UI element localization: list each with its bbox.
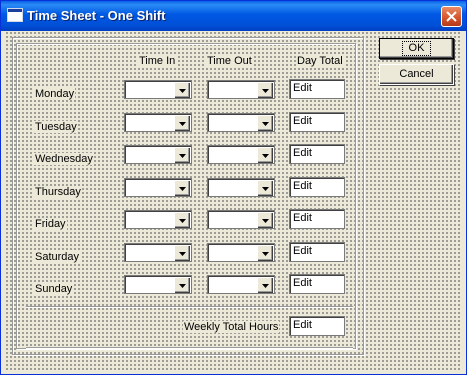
weekly-total-label: Weekly Total Hours	[183, 321, 280, 333]
day-total-field[interactable]: Edit	[289, 177, 345, 197]
time-in-combo[interactable]	[124, 275, 192, 294]
dropdown-arrow-button[interactable]	[174, 180, 190, 196]
time-out-combo[interactable]	[207, 145, 275, 164]
dropdown-arrow-button[interactable]	[257, 147, 273, 163]
time-out-combo[interactable]	[207, 113, 275, 132]
time-in-combo[interactable]	[124, 243, 192, 262]
chevron-down-icon	[262, 154, 269, 158]
day-label: Sunday	[34, 283, 74, 295]
header-time-in: Time In	[138, 55, 177, 67]
chevron-down-icon	[179, 122, 186, 126]
day-label: Thursday	[34, 186, 82, 198]
weekly-total-field[interactable]: Edit	[289, 316, 345, 336]
dialog-body: Time In Time Out Day Total Monday Edit Tue…	[5, 31, 462, 370]
ok-button-label: OK	[401, 41, 432, 56]
day-total-field[interactable]: Edit	[289, 274, 345, 294]
chevron-down-icon	[262, 89, 269, 93]
dropdown-arrow-button[interactable]	[257, 277, 273, 293]
dropdown-arrow-button[interactable]	[174, 212, 190, 228]
chevron-down-icon	[179, 252, 186, 256]
day-total-field[interactable]: Edit	[289, 79, 345, 99]
day-total-field[interactable]: Edit	[289, 209, 345, 229]
chevron-down-icon	[179, 284, 186, 288]
day-total-field[interactable]: Edit	[289, 242, 345, 262]
ok-button[interactable]: OK	[379, 38, 454, 59]
day-label: Wednesday	[34, 153, 94, 165]
day-label: Tuesday	[34, 121, 78, 133]
close-icon	[446, 11, 457, 22]
header-day-total: Day Total	[296, 55, 344, 67]
dropdown-arrow-button[interactable]	[174, 115, 190, 131]
dialog-window: Time Sheet - One Shift Time In Time Out …	[0, 0, 467, 375]
separator-line-bottom	[26, 347, 353, 349]
time-in-combo[interactable]	[124, 178, 192, 197]
cancel-button[interactable]: Cancel	[379, 64, 454, 85]
header-time-out: Time Out	[206, 55, 253, 67]
time-in-combo[interactable]	[124, 210, 192, 229]
time-out-combo[interactable]	[207, 178, 275, 197]
chevron-down-icon	[179, 154, 186, 158]
dropdown-arrow-button[interactable]	[257, 212, 273, 228]
dropdown-arrow-button[interactable]	[174, 245, 190, 261]
chevron-down-icon	[179, 187, 186, 191]
chevron-down-icon	[262, 252, 269, 256]
time-out-combo[interactable]	[207, 243, 275, 262]
day-total-field[interactable]: Edit	[289, 112, 345, 132]
day-label: Saturday	[34, 251, 81, 263]
dropdown-arrow-button[interactable]	[257, 82, 273, 98]
time-out-combo[interactable]	[207, 80, 275, 99]
window-title: Time Sheet - One Shift	[27, 8, 166, 23]
chevron-down-icon	[262, 122, 269, 126]
app-window-icon	[7, 8, 23, 22]
day-total-field[interactable]: Edit	[289, 144, 345, 164]
time-out-combo[interactable]	[207, 210, 275, 229]
chevron-down-icon	[262, 219, 269, 223]
chevron-down-icon	[179, 219, 186, 223]
time-in-combo[interactable]	[124, 80, 192, 99]
dropdown-arrow-button[interactable]	[257, 115, 273, 131]
time-in-combo[interactable]	[124, 113, 192, 132]
dropdown-arrow-button[interactable]	[174, 277, 190, 293]
time-in-combo[interactable]	[124, 145, 192, 164]
dropdown-arrow-button[interactable]	[174, 82, 190, 98]
title-bar[interactable]: Time Sheet - One Shift	[1, 1, 466, 31]
day-label: Friday	[34, 218, 67, 230]
chevron-down-icon	[262, 187, 269, 191]
separator-line	[26, 306, 353, 308]
chevron-down-icon	[179, 89, 186, 93]
day-label: Monday	[34, 88, 76, 100]
time-out-combo[interactable]	[207, 275, 275, 294]
dropdown-arrow-button[interactable]	[257, 245, 273, 261]
dropdown-arrow-button[interactable]	[257, 180, 273, 196]
dropdown-arrow-button[interactable]	[174, 147, 190, 163]
chevron-down-icon	[262, 284, 269, 288]
close-button[interactable]	[441, 6, 462, 27]
